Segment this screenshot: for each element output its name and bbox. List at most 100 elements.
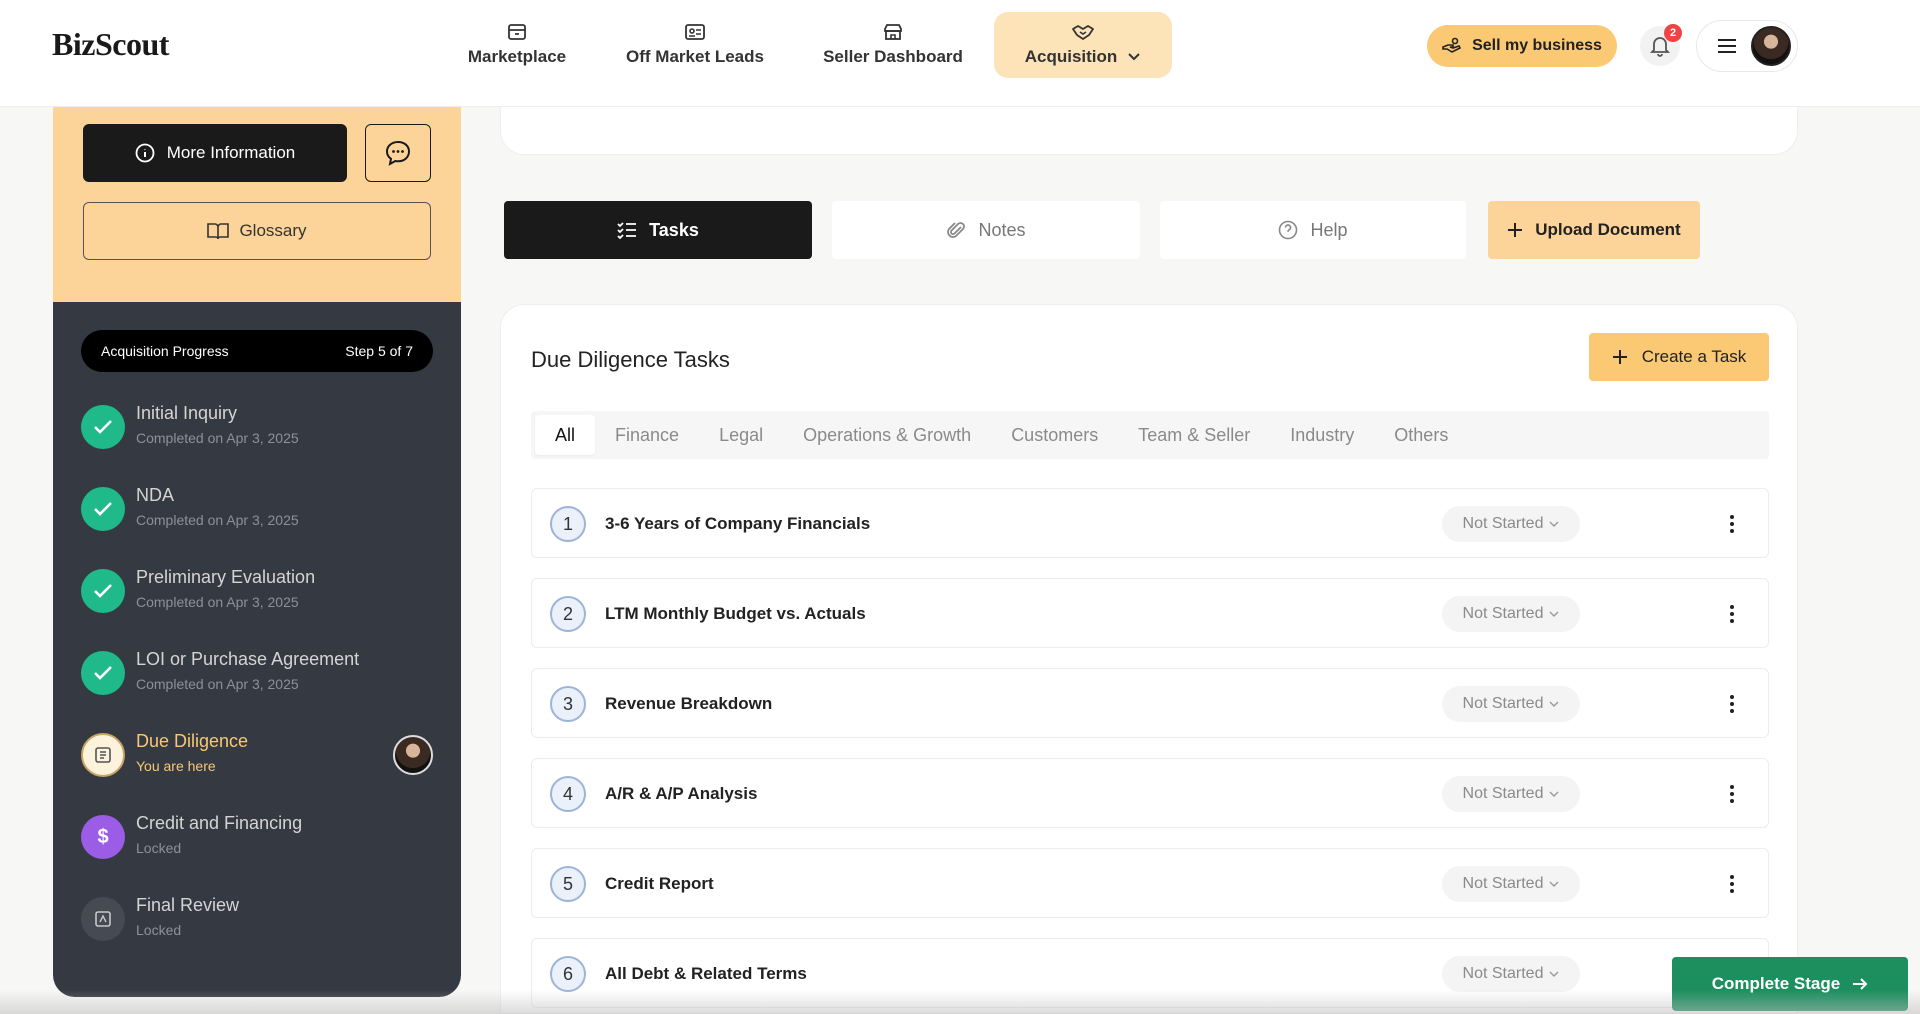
hamburger-menu-icon bbox=[1718, 39, 1736, 53]
filter-operations-growth[interactable]: Operations & Growth bbox=[783, 415, 991, 455]
nav-acquisition[interactable]: Acquisition bbox=[994, 12, 1172, 78]
tab-help[interactable]: Help bbox=[1160, 201, 1466, 259]
task-row[interactable]: 6 All Debt & Related Terms Not Started bbox=[531, 938, 1769, 1008]
step-credit-financing[interactable]: $ Credit and Financing Locked bbox=[81, 807, 433, 867]
step-title: LOI or Purchase Agreement bbox=[136, 649, 360, 669]
task-row[interactable]: 3 Revenue Breakdown Not Started bbox=[531, 668, 1769, 738]
task-status-dropdown[interactable]: Not Started bbox=[1442, 686, 1580, 722]
acquisition-progress-bar: Acquisition Progress Step 5 of 7 bbox=[81, 330, 433, 372]
filter-industry[interactable]: Industry bbox=[1270, 415, 1374, 455]
chevron-down-icon bbox=[1549, 701, 1559, 707]
plus-icon bbox=[1508, 223, 1523, 237]
task-number: 4 bbox=[550, 776, 586, 812]
task-status-dropdown[interactable]: Not Started bbox=[1442, 866, 1580, 902]
task-status-dropdown[interactable]: Not Started bbox=[1442, 956, 1580, 992]
arrow-right-icon bbox=[1853, 978, 1868, 990]
sell-my-business-button[interactable]: Sell my business bbox=[1427, 25, 1617, 67]
complete-stage-label: Complete Stage bbox=[1711, 974, 1841, 993]
filter-team-seller[interactable]: Team & Seller bbox=[1118, 415, 1270, 455]
filter-all[interactable]: All bbox=[535, 415, 596, 455]
chevron-down-icon bbox=[1549, 791, 1559, 797]
task-row[interactable]: 5 Credit Report Not Started bbox=[531, 848, 1769, 918]
glossary-button[interactable]: Glossary bbox=[83, 202, 431, 260]
nav-off-market-label: Off Market Leads bbox=[626, 47, 764, 66]
due-diligence-tasks-card: Due Diligence Tasks Create a Task All Fi… bbox=[500, 304, 1798, 1014]
upload-document-label: Upload Document bbox=[1535, 220, 1681, 239]
step-subtitle: Locked bbox=[136, 922, 182, 938]
task-number: 2 bbox=[550, 596, 586, 632]
upload-document-button[interactable]: Upload Document bbox=[1488, 201, 1700, 259]
glossary-label: Glossary bbox=[239, 221, 307, 240]
task-status-dropdown[interactable]: Not Started bbox=[1442, 776, 1580, 812]
app-logo[interactable]: BizScout bbox=[52, 26, 169, 63]
step-preliminary-evaluation[interactable]: Preliminary Evaluation Completed on Apr … bbox=[81, 561, 433, 621]
nav-off-market-leads[interactable]: Off Market Leads bbox=[622, 12, 768, 78]
plus-icon bbox=[1612, 350, 1627, 364]
task-status-label: Not Started bbox=[1462, 785, 1544, 802]
task-number: 6 bbox=[550, 956, 586, 992]
task-status-label: Not Started bbox=[1462, 695, 1544, 712]
progress-step-count: Step 5 of 7 bbox=[345, 343, 413, 359]
nav-seller-dashboard-label: Seller Dashboard bbox=[823, 47, 963, 66]
check-icon bbox=[81, 651, 125, 695]
filter-others[interactable]: Others bbox=[1374, 415, 1468, 455]
task-row[interactable]: 1 3-6 Years of Company Financials Not St… bbox=[531, 488, 1769, 558]
check-icon bbox=[81, 405, 125, 449]
tab-notes-label: Notes bbox=[978, 219, 1026, 240]
chevron-down-icon bbox=[1549, 881, 1559, 887]
step-final-review[interactable]: Final Review Locked bbox=[81, 889, 433, 949]
task-row[interactable]: 4 A/R & A/P Analysis Not Started bbox=[531, 758, 1769, 828]
id-card-icon bbox=[685, 24, 705, 40]
chat-bubble-icon bbox=[385, 140, 411, 166]
kebab-menu-icon[interactable] bbox=[1722, 511, 1742, 537]
review-document-icon bbox=[81, 897, 125, 941]
tab-notes[interactable]: Notes bbox=[832, 201, 1140, 259]
task-status-dropdown[interactable]: Not Started bbox=[1442, 596, 1580, 632]
step-due-diligence[interactable]: Due Diligence You are here bbox=[81, 725, 433, 785]
chevron-down-icon bbox=[1128, 53, 1140, 61]
task-category-filters: All Finance Legal Operations & Growth Cu… bbox=[531, 411, 1769, 459]
filter-legal[interactable]: Legal bbox=[699, 415, 783, 455]
task-status-dropdown[interactable]: Not Started bbox=[1442, 506, 1580, 542]
step-title: Initial Inquiry bbox=[136, 403, 238, 423]
chat-button[interactable] bbox=[365, 124, 431, 182]
notification-badge: 2 bbox=[1664, 24, 1682, 42]
step-initial-inquiry[interactable]: Initial Inquiry Completed on Apr 3, 2025 bbox=[81, 397, 433, 457]
kebab-menu-icon[interactable] bbox=[1722, 781, 1742, 807]
filter-finance[interactable]: Finance bbox=[595, 415, 699, 455]
task-number: 1 bbox=[550, 506, 586, 542]
step-title: Preliminary Evaluation bbox=[136, 567, 316, 587]
user-avatar bbox=[1751, 26, 1791, 66]
step-title: Final Review bbox=[136, 895, 240, 915]
step-loi-purchase-agreement[interactable]: LOI or Purchase Agreement Completed on A… bbox=[81, 643, 433, 703]
tab-help-label: Help bbox=[1310, 219, 1348, 240]
step-subtitle: You are here bbox=[136, 758, 216, 774]
nav-marketplace-label: Marketplace bbox=[467, 47, 567, 66]
more-information-button[interactable]: More Information bbox=[83, 124, 347, 182]
create-task-button[interactable]: Create a Task bbox=[1589, 333, 1769, 381]
document-icon bbox=[81, 733, 125, 777]
kebab-menu-icon[interactable] bbox=[1722, 601, 1742, 627]
kebab-menu-icon[interactable] bbox=[1722, 871, 1742, 897]
nav-acquisition-label: Acquisition bbox=[1024, 47, 1118, 66]
task-number: 3 bbox=[550, 686, 586, 722]
task-row[interactable]: 2 LTM Monthly Budget vs. Actuals Not Sta… bbox=[531, 578, 1769, 648]
top-header: BizScout Marketplace Off Market Leads Se… bbox=[0, 0, 1920, 107]
complete-stage-button[interactable]: Complete Stage bbox=[1672, 957, 1908, 1011]
step-subtitle: Completed on Apr 3, 2025 bbox=[136, 512, 299, 528]
advisor-avatar bbox=[393, 735, 433, 775]
user-menu-button[interactable] bbox=[1696, 20, 1798, 72]
task-name: LTM Monthly Budget vs. Actuals bbox=[605, 604, 866, 623]
info-icon bbox=[135, 143, 155, 163]
kebab-menu-icon[interactable] bbox=[1722, 691, 1742, 717]
book-open-icon bbox=[207, 223, 230, 240]
filter-customers[interactable]: Customers bbox=[991, 415, 1118, 455]
task-list-icon bbox=[617, 222, 637, 239]
help-circle-icon bbox=[1279, 220, 1298, 240]
step-nda[interactable]: NDA Completed on Apr 3, 2025 bbox=[81, 479, 433, 539]
notifications-button[interactable]: 2 bbox=[1640, 24, 1682, 66]
dollar-icon: $ bbox=[81, 815, 125, 859]
nav-seller-dashboard[interactable]: Seller Dashboard bbox=[818, 12, 968, 78]
nav-marketplace[interactable]: Marketplace bbox=[462, 12, 572, 78]
tab-tasks[interactable]: Tasks bbox=[504, 201, 812, 259]
